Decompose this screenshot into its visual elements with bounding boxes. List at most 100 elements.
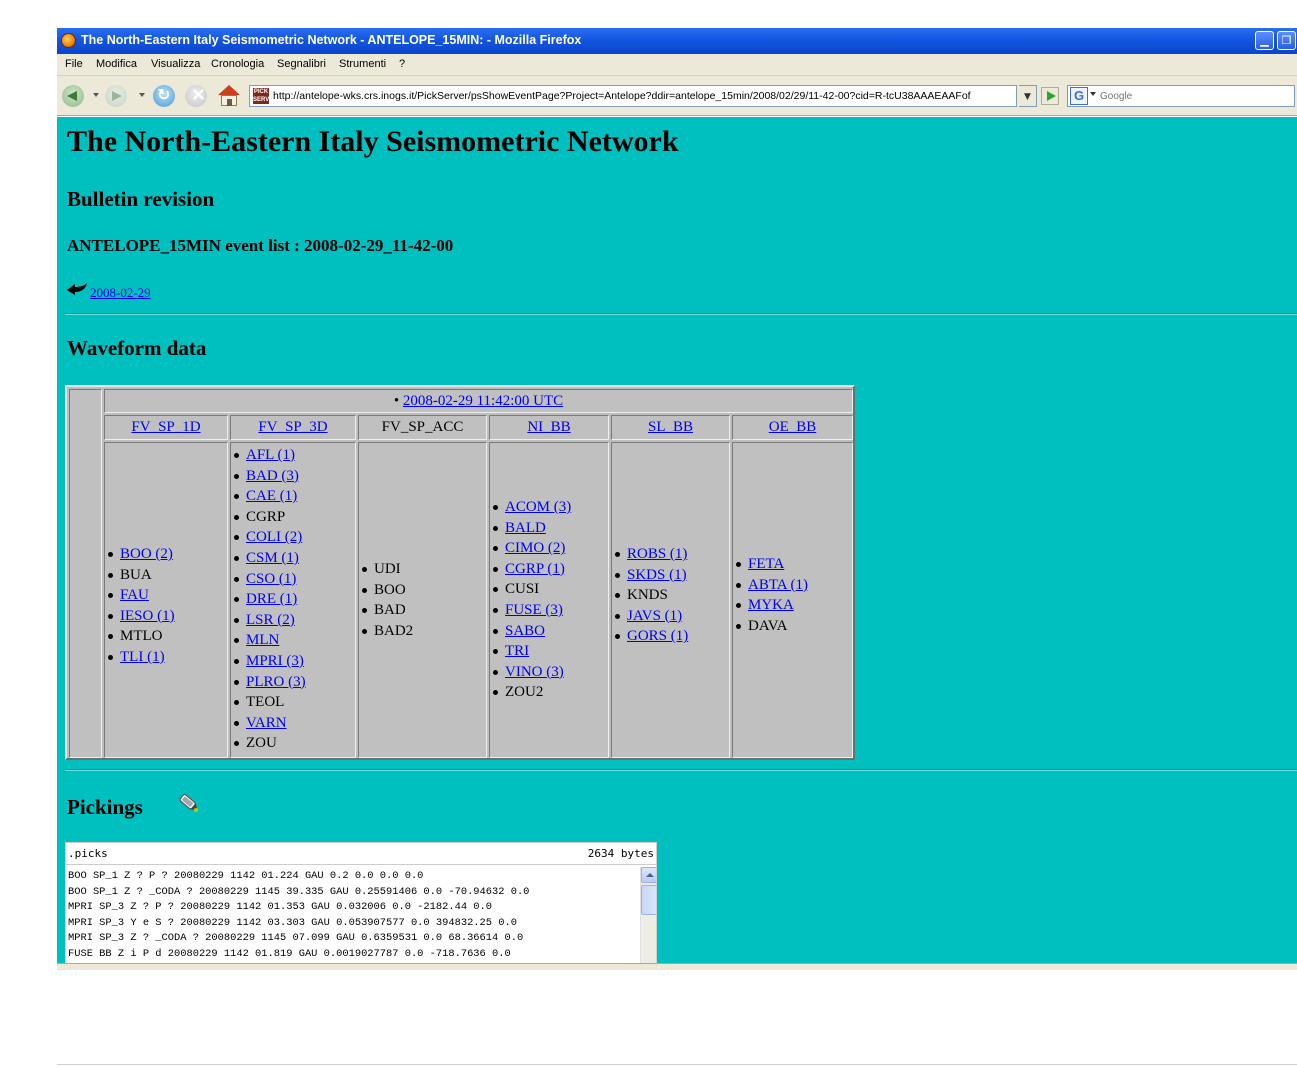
back-icon[interactable] bbox=[62, 85, 84, 107]
menu-strumenti[interactable]: Strumenti bbox=[339, 58, 386, 70]
station-link[interactable]: MLN bbox=[246, 632, 279, 648]
address-bar[interactable]: PICK SERV bbox=[249, 85, 1017, 107]
scroll-up-icon[interactable] bbox=[641, 867, 656, 883]
station-item[interactable]: BOO (2) bbox=[107, 544, 227, 565]
station-link[interactable]: BOO (2) bbox=[120, 546, 173, 562]
station-item[interactable]: FETA bbox=[735, 554, 855, 575]
station-link[interactable]: CSM (1) bbox=[246, 550, 299, 566]
column-header-label[interactable]: OE_BB bbox=[769, 419, 817, 435]
station-item[interactable]: ROBS (1) bbox=[614, 544, 734, 565]
column-header-label[interactable]: SL_BB bbox=[648, 419, 693, 435]
station-item[interactable]: CGRP (1) bbox=[492, 559, 612, 580]
station-item[interactable]: BAD (3) bbox=[233, 466, 353, 487]
menu-help[interactable]: ? bbox=[399, 58, 405, 70]
station-link[interactable]: DRE (1) bbox=[246, 591, 297, 607]
google-engine-icon[interactable]: G bbox=[1070, 87, 1088, 105]
column-header-label[interactable]: FV_SP_3D bbox=[258, 419, 327, 435]
station-item[interactable]: CIMO (2) bbox=[492, 538, 612, 559]
station-item[interactable]: TRI bbox=[492, 641, 612, 662]
station-link[interactable]: MPRI (3) bbox=[246, 653, 304, 669]
column-header-label[interactable]: FV_SP_1D bbox=[131, 419, 200, 435]
forward-icon[interactable] bbox=[105, 85, 127, 107]
station-link[interactable]: FUSE (3) bbox=[505, 602, 563, 618]
station-item[interactable]: SABO bbox=[492, 621, 612, 642]
station-item[interactable]: ACOM (3) bbox=[492, 497, 612, 518]
column-header-sl-bb[interactable]: SL_BB bbox=[611, 415, 730, 440]
forward-history-chevron-icon[interactable] bbox=[139, 93, 145, 97]
station-item[interactable]: IESO (1) bbox=[107, 606, 227, 627]
station-link[interactable]: TLI (1) bbox=[120, 649, 165, 665]
minimize-button[interactable]: ▁ bbox=[1255, 31, 1274, 50]
station-item[interactable]: TLI (1) bbox=[107, 647, 227, 668]
station-item[interactable]: CAE (1) bbox=[233, 486, 353, 507]
menu-modifica[interactable]: Modifica bbox=[96, 58, 137, 70]
stop-icon[interactable] bbox=[185, 84, 207, 107]
picks-scrollbar[interactable] bbox=[640, 867, 656, 966]
search-input[interactable] bbox=[1098, 88, 1288, 104]
station-link[interactable]: GORS (1) bbox=[627, 628, 688, 644]
station-link[interactable]: CAE (1) bbox=[246, 488, 297, 504]
station-item[interactable]: BALD bbox=[492, 518, 612, 539]
menu-cronologia[interactable]: Cronologia bbox=[211, 58, 264, 70]
station-link[interactable]: JAVS (1) bbox=[627, 608, 682, 624]
station-item[interactable]: FUSE (3) bbox=[492, 600, 612, 621]
go-icon[interactable] bbox=[1041, 87, 1059, 105]
station-link[interactable]: AFL (1) bbox=[246, 447, 295, 463]
station-link[interactable]: ABTA (1) bbox=[748, 577, 808, 593]
station-item[interactable]: DRE (1) bbox=[233, 589, 353, 610]
station-link[interactable]: VARN bbox=[246, 715, 287, 731]
station-item[interactable]: COLI (2) bbox=[233, 527, 353, 548]
edit-pen-icon[interactable] bbox=[175, 790, 201, 814]
station-item[interactable]: CSM (1) bbox=[233, 548, 353, 569]
station-link[interactable]: MYKA bbox=[748, 597, 794, 613]
menu-segnalibri[interactable]: Segnalibri bbox=[277, 58, 326, 70]
maximize-button[interactable]: ❐ bbox=[1277, 31, 1296, 50]
home-icon[interactable] bbox=[217, 85, 241, 107]
station-item[interactable]: MPRI (3) bbox=[233, 651, 353, 672]
station-item[interactable]: VARN bbox=[233, 713, 353, 734]
column-header-fv-sp-3d[interactable]: FV_SP_3D bbox=[230, 415, 356, 440]
station-link[interactable]: FAU bbox=[120, 587, 149, 603]
url-input[interactable] bbox=[273, 87, 1013, 105]
station-item[interactable]: VINO (3) bbox=[492, 662, 612, 683]
back-date-link[interactable]: 2008-02-29 bbox=[90, 285, 151, 301]
station-link[interactable]: VINO (3) bbox=[505, 664, 564, 680]
picks-textarea[interactable]: BOO SP_1 Z ? P ? 20080229 1142 01.224 GA… bbox=[66, 867, 641, 966]
station-link[interactable]: ROBS (1) bbox=[627, 546, 687, 562]
station-item[interactable]: SKDS (1) bbox=[614, 565, 734, 586]
station-link[interactable]: SKDS (1) bbox=[627, 567, 687, 583]
column-header-oe-bb[interactable]: OE_BB bbox=[732, 415, 853, 440]
station-item[interactable]: AFL (1) bbox=[233, 445, 353, 466]
station-item[interactable]: ABTA (1) bbox=[735, 575, 855, 596]
station-link[interactable]: ACOM (3) bbox=[505, 499, 571, 515]
station-item[interactable]: FAU bbox=[107, 585, 227, 606]
url-history-dropdown-icon[interactable]: ▼ bbox=[1019, 85, 1037, 107]
station-link[interactable]: CIMO (2) bbox=[505, 540, 565, 556]
station-link[interactable]: FETA bbox=[748, 556, 784, 572]
column-header-fv-sp-1d[interactable]: FV_SP_1D bbox=[104, 415, 228, 440]
column-header-ni-bb[interactable]: NI_BB bbox=[489, 415, 609, 440]
back-arrow-icon[interactable] bbox=[66, 281, 88, 295]
column-header-label[interactable]: NI_BB bbox=[527, 419, 570, 435]
station-link[interactable]: SABO bbox=[505, 623, 545, 639]
station-item[interactable]: GORS (1) bbox=[614, 626, 734, 647]
menu-file[interactable]: File bbox=[65, 58, 83, 70]
station-link[interactable]: IESO (1) bbox=[120, 608, 175, 624]
station-link[interactable]: LSR (2) bbox=[246, 612, 295, 628]
menu-visualizza[interactable]: Visualizza bbox=[151, 58, 200, 70]
station-link[interactable]: COLI (2) bbox=[246, 529, 302, 545]
scroll-thumb[interactable] bbox=[641, 885, 656, 915]
station-link[interactable]: CSO (1) bbox=[246, 571, 296, 587]
event-time-link[interactable]: 2008-02-29 11:42:00 UTC bbox=[403, 393, 563, 409]
engine-chevron-down-icon[interactable] bbox=[1090, 92, 1096, 96]
station-item[interactable]: MLN bbox=[233, 630, 353, 651]
station-item[interactable]: JAVS (1) bbox=[614, 606, 734, 627]
station-link[interactable]: BAD (3) bbox=[246, 468, 299, 484]
station-item[interactable]: PLRO (3) bbox=[233, 672, 353, 693]
back-history-chevron-icon[interactable] bbox=[93, 93, 99, 97]
station-item[interactable]: CSO (1) bbox=[233, 569, 353, 590]
search-bar[interactable]: G bbox=[1067, 85, 1295, 107]
station-item[interactable]: LSR (2) bbox=[233, 610, 353, 631]
station-link[interactable]: PLRO (3) bbox=[246, 674, 306, 690]
station-link[interactable]: TRI bbox=[505, 643, 529, 659]
